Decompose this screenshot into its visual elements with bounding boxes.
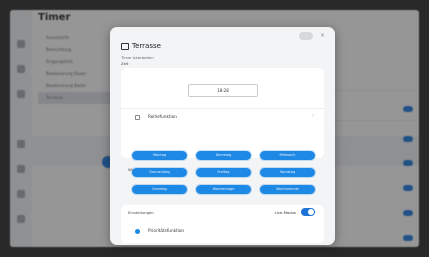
live-mode-toggle[interactable] xyxy=(301,208,315,216)
weekday-button-sunday[interactable]: Sonntag xyxy=(132,185,187,194)
divider xyxy=(121,108,324,109)
edit-timer-dialog: × Terrasse Timer bearbeiten Zeit 18:28 R… xyxy=(110,27,335,245)
priority-radio[interactable] xyxy=(135,229,140,234)
weekday-button-weekdays[interactable]: Wochentage xyxy=(196,185,251,194)
weekday-button-thursday[interactable]: Donnerstag xyxy=(132,168,187,177)
power-toggle[interactable] xyxy=(299,32,313,40)
weekday-button-weekend[interactable]: Wochenende xyxy=(260,185,315,194)
close-icon[interactable]: × xyxy=(320,33,325,39)
settings-card: Einstellungen Live-Modus Prioritätsfunkt… xyxy=(121,205,324,243)
time-card: 18:28 Reihefunktion › xyxy=(121,68,324,158)
repeat-checkbox[interactable] xyxy=(135,115,140,120)
weekday-button-wednesday[interactable]: Mittwoch xyxy=(260,151,315,160)
chevron-right-icon: › xyxy=(312,113,314,119)
repeat-label: Reihefunktion xyxy=(148,114,177,119)
dialog-title: Terrasse xyxy=(132,42,161,50)
dialog-subtitle: Timer bearbeiten xyxy=(121,55,154,60)
weekday-button-friday[interactable]: Freitag xyxy=(196,168,251,177)
weekday-button-saturday[interactable]: Samstag xyxy=(260,168,315,177)
time-field[interactable]: 18:28 xyxy=(188,84,258,97)
priority-label: Prioritätsfunktion xyxy=(148,228,185,233)
calendar-icon xyxy=(121,43,129,50)
live-mode-label: Live-Modus xyxy=(274,210,296,215)
settings-label: Einstellungen xyxy=(128,210,154,215)
weekday-button-tuesday[interactable]: Dienstag xyxy=(196,151,251,160)
time-section-label: Zeit xyxy=(121,61,129,66)
weekday-button-monday[interactable]: Montag xyxy=(132,151,187,160)
